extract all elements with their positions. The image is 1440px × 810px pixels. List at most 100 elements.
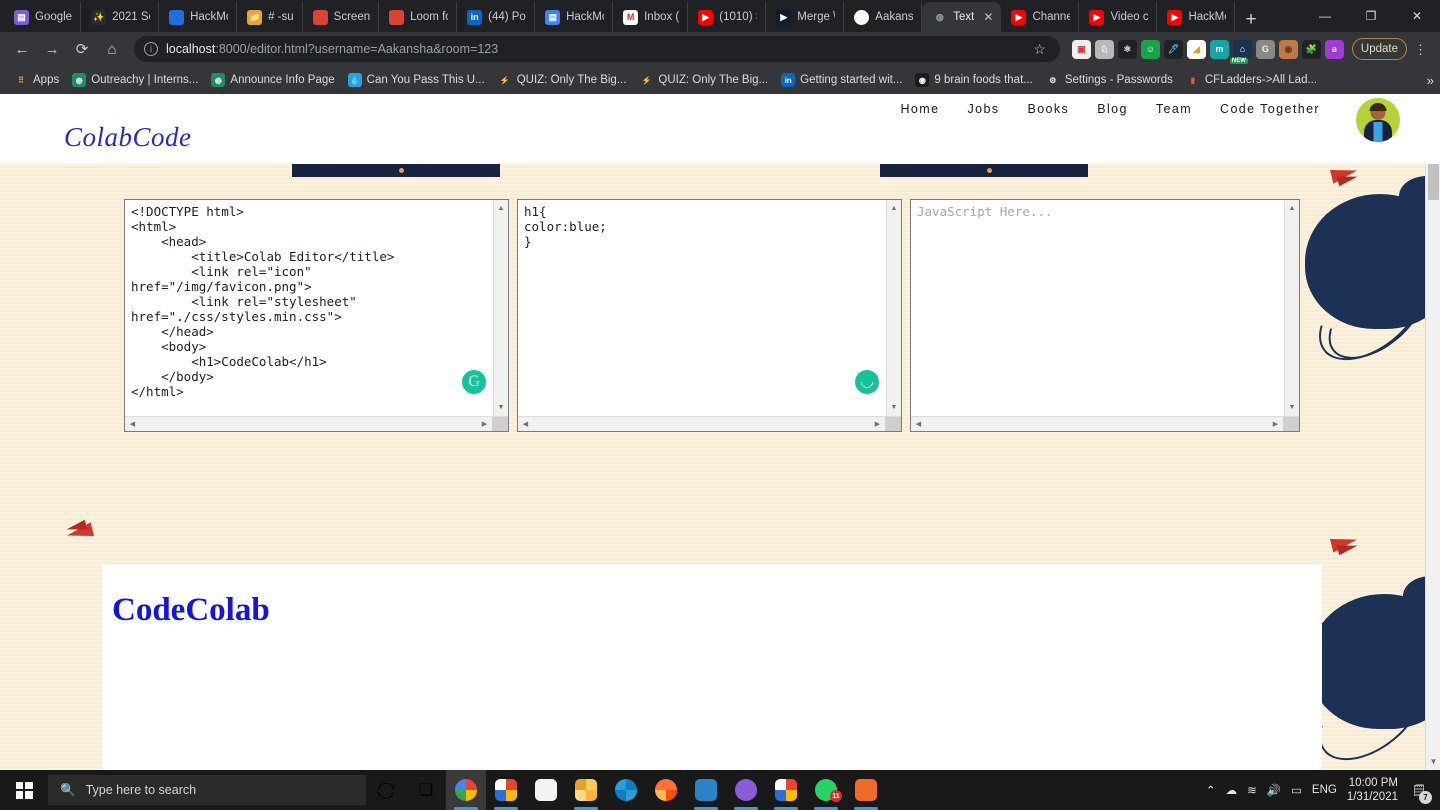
minimize-button[interactable]: — xyxy=(1302,0,1348,32)
maximize-button[interactable]: ❐ xyxy=(1348,0,1394,32)
scroll-left-icon[interactable]: ◀ xyxy=(518,417,533,431)
grammarly-g-extension[interactable]: G xyxy=(1255,39,1275,59)
file-explorer-taskbar-icon[interactable] xyxy=(566,770,606,810)
bookmarks-overflow-icon[interactable]: » xyxy=(1427,73,1434,88)
adobe-xd-taskbar-icon[interactable] xyxy=(486,770,526,810)
vscode-taskbar-icon[interactable] xyxy=(686,770,726,810)
task-view-icon[interactable]: ❏ xyxy=(406,770,446,810)
css-editor-textarea[interactable]: h1{ color:blue; } xyxy=(518,200,886,416)
browser-tab[interactable]: Screen xyxy=(303,2,380,32)
back-button[interactable]: ← xyxy=(8,35,36,63)
browser-tab[interactable]: ▶ Video c xyxy=(1079,2,1158,32)
avatar[interactable] xyxy=(1356,98,1400,142)
javascript-editor-vscrollbar[interactable]: ▲ ▼ xyxy=(1284,200,1299,416)
taskbar-search-input[interactable]: 🔍 Type here to search xyxy=(48,775,366,805)
tray-chevron-icon[interactable]: ⌃ xyxy=(1206,783,1216,797)
microsoft-store-taskbar-icon[interactable] xyxy=(526,770,566,810)
scroll-up-icon[interactable]: ▲ xyxy=(887,201,901,216)
browser-tab[interactable]: ▶ Merge \ xyxy=(766,2,845,32)
bookmark-star-icon[interactable]: ☆ xyxy=(1029,41,1050,58)
browser-tab[interactable]: in (44) Pos xyxy=(457,2,536,32)
scroll-down-icon[interactable]: ▼ xyxy=(1285,400,1299,415)
language-indicator[interactable]: ENG xyxy=(1312,784,1337,796)
grayscale-person-extension[interactable]: ♘ xyxy=(1094,39,1114,59)
grammarly-badge-html[interactable]: G xyxy=(462,370,486,394)
browser-tab[interactable]: ✨ 2021 Se xyxy=(81,2,160,32)
scroll-left-icon[interactable]: ◀ xyxy=(911,417,926,431)
adobe-xd2-taskbar-icon[interactable] xyxy=(766,770,806,810)
css-editor-panel[interactable]: h1{ color:blue; } ▲ ▼ ◡ ◀ ▶ xyxy=(517,199,902,432)
momentum-extension[interactable]: m xyxy=(1209,39,1229,59)
bookmark-item[interactable]: ⚡ QUIZ: Only The Big... xyxy=(492,70,633,90)
tab-close-icon[interactable]: ✕ xyxy=(983,10,993,24)
page-scroll-down-icon[interactable]: ▼ xyxy=(1426,753,1440,770)
scroll-left-icon[interactable]: ◀ xyxy=(125,417,140,431)
profile-avatar-extension[interactable]: a xyxy=(1324,39,1344,59)
reload-button[interactable]: ⟳ xyxy=(68,35,96,63)
eraser-extension[interactable]: ◢ xyxy=(1186,39,1206,59)
browser-tab[interactable]: ▶ Channe xyxy=(1001,2,1080,32)
browser-tab[interactable]: Loom fo xyxy=(379,2,458,32)
microsoft-edge-taskbar-icon[interactable] xyxy=(606,770,646,810)
firefox-taskbar-icon[interactable] xyxy=(646,770,686,810)
pocket-extension[interactable]: ▣ xyxy=(1071,39,1091,59)
nav-link-team[interactable]: Team xyxy=(1156,102,1192,116)
update-button[interactable]: Update xyxy=(1351,38,1407,60)
forward-button[interactable]: → xyxy=(38,35,66,63)
close-button[interactable]: ✕ xyxy=(1394,0,1440,32)
scroll-down-icon[interactable]: ▼ xyxy=(494,400,508,415)
notification-center-icon[interactable]: 🗒 7 xyxy=(1408,779,1432,804)
chrome-taskbar-icon[interactable] xyxy=(446,770,486,810)
browser-tab[interactable]: ◍ Text ✕ xyxy=(922,2,1002,32)
browser-tab[interactable]: ▶ (1010) S xyxy=(688,2,767,32)
bookmark-item[interactable]: 💧 Can You Pass This U... xyxy=(342,70,491,90)
hscroll-thumb[interactable] xyxy=(885,417,901,431)
hscroll-thumb[interactable] xyxy=(492,417,508,431)
scroll-up-icon[interactable]: ▲ xyxy=(494,201,508,216)
volume-icon[interactable]: 🔊 xyxy=(1267,783,1281,797)
nav-link-code-together[interactable]: Code Together xyxy=(1220,102,1320,116)
css-editor-hscrollbar[interactable]: ◀ ▶ xyxy=(518,416,901,431)
screen-capture-taskbar-icon[interactable] xyxy=(846,770,886,810)
bookmark-item[interactable]: ⚡ QUIZ: Only The Big... xyxy=(633,70,774,90)
nav-link-home[interactable]: Home xyxy=(901,102,940,116)
clock[interactable]: 10:00 PM 1/31/2021 xyxy=(1347,776,1398,804)
site-info-icon[interactable]: i xyxy=(144,42,158,56)
css-editor-vscrollbar[interactable]: ▲ ▼ xyxy=(886,200,901,416)
scroll-right-icon[interactable]: ▶ xyxy=(1268,417,1283,431)
bookmark-item[interactable]: ▮ CFLadders->All Lad... xyxy=(1180,70,1323,90)
nav-link-books[interactable]: Books xyxy=(1027,102,1069,116)
site-logo[interactable]: ColabCode xyxy=(64,122,192,153)
scroll-right-icon[interactable]: ▶ xyxy=(870,417,885,431)
battery-icon[interactable]: ▭ xyxy=(1291,783,1302,797)
nav-link-jobs[interactable]: Jobs xyxy=(967,102,999,116)
html-editor-hscrollbar[interactable]: ◀ ▶ xyxy=(125,416,508,431)
bookmark-item[interactable]: ◍ Announce Info Page xyxy=(205,70,340,90)
scroll-up-icon[interactable]: ▲ xyxy=(1285,201,1299,216)
javascript-editor-hscrollbar[interactable]: ◀ ▶ xyxy=(911,416,1299,431)
chrome-menu-icon[interactable]: ⋮ xyxy=(1409,43,1432,56)
wifi-icon[interactable]: ≋ xyxy=(1247,783,1257,797)
puzzle-extensions-icon[interactable]: 🧩 xyxy=(1301,39,1321,59)
hscroll-thumb[interactable] xyxy=(1283,417,1299,431)
home-button[interactable]: ⌂ xyxy=(98,35,126,63)
grammarly-badge-css[interactable]: ◡ xyxy=(855,370,879,394)
whatsapp-taskbar-icon[interactable]: 11 xyxy=(806,770,846,810)
bookmark-item[interactable]: ◍ Outreachy | Interns... xyxy=(66,70,204,90)
onedrive-icon[interactable]: ☁ xyxy=(1226,783,1238,797)
javascript-editor-panel[interactable]: JavaScript Here... ▲ ▼ ◀ ▶ xyxy=(910,199,1300,432)
browser-tab[interactable]: Aakans xyxy=(844,2,923,32)
scroll-right-icon[interactable]: ▶ xyxy=(477,417,492,431)
html-editor-panel[interactable]: <!DOCTYPE html> <html> <head> <title>Col… xyxy=(124,199,509,432)
scroll-down-icon[interactable]: ▼ xyxy=(887,400,901,415)
html-editor-textarea[interactable]: <!DOCTYPE html> <html> <head> <title>Col… xyxy=(125,200,493,416)
bookmark-item[interactable]: ⠿ Apps xyxy=(8,70,65,90)
address-bar[interactable]: i localhost:8000/editor.html?username=Aa… xyxy=(134,36,1060,62)
browser-tab[interactable]: ▤ HackMc xyxy=(535,2,614,32)
javascript-editor-textarea[interactable]: JavaScript Here... xyxy=(911,200,1284,416)
bookmark-item[interactable]: in Getting started wit... xyxy=(775,70,908,90)
github-desktop-taskbar-icon[interactable] xyxy=(726,770,766,810)
nav-link-blog[interactable]: Blog xyxy=(1097,102,1128,116)
new-tab-button[interactable]: + xyxy=(1235,10,1266,32)
react-devtools-extension[interactable]: ⚛ xyxy=(1117,39,1137,59)
